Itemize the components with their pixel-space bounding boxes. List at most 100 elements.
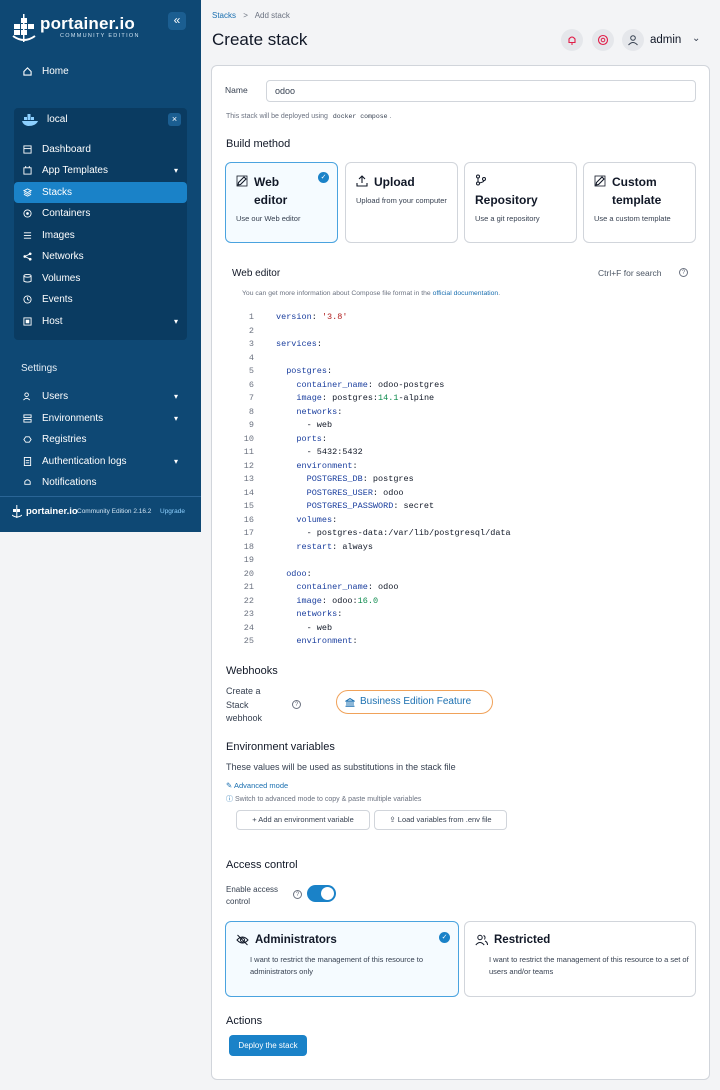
code-text: services: [276,339,322,349]
lifebuoy-icon [597,34,609,46]
code-line[interactable]: 21 container_name: odoo [238,581,688,595]
code-line[interactable]: 14 POSTGRES_USER: odoo [238,487,688,501]
portainer-small-logo-icon [12,505,22,518]
build-method-custom-template[interactable]: Custom template Use a custom template [583,162,696,243]
check-icon: ✓ [439,932,450,943]
line-number: 12 [243,460,254,471]
sidebar-item-app-templates[interactable]: App Templates ▾ [14,160,187,181]
code-line[interactable]: 25 environment: [238,635,688,649]
line-number: 2 [248,325,254,336]
code-line[interactable]: 15 POSTGRES_PASSWORD: secret [238,500,688,514]
user-icon [628,35,638,46]
code-line[interactable]: 18 restart: always [238,541,688,555]
sidebar-item-images[interactable]: Images [14,225,187,246]
sidebar-item-host[interactable]: Host ▾ [14,311,187,332]
advanced-mode-link[interactable]: ✎ Advanced mode [226,781,288,790]
sidebar-item-label: App Templates [42,165,108,176]
sidebar-item-volumes[interactable]: Volumes [14,268,187,289]
eye-off-icon [236,934,249,946]
code-text: POSTGRES_DB: postgres [306,474,414,484]
line-number: 14 [243,487,254,498]
line-number: 15 [243,501,254,511]
access-option-restricted[interactable]: Restricted I want to restrict the manage… [464,921,696,997]
upgrade-link[interactable]: Upgrade [160,508,185,515]
sidebar-item-home[interactable]: Home [14,61,187,82]
code-line[interactable]: 12 environment: [238,460,688,474]
code-line[interactable]: 16 volumes: [238,514,688,528]
code-line[interactable]: 10 ports: [238,433,688,447]
sidebar-item-users[interactable]: Users ▾ [14,386,187,407]
portainer-logo[interactable]: portainer.io COMMUNITY EDITION [12,12,192,44]
deploy-stack-button[interactable]: Deploy the stack [229,1035,307,1056]
code-line[interactable]: 3 services: [238,338,688,352]
breadcrumb-stacks-link[interactable]: Stacks [212,11,236,20]
help-icon[interactable]: ? [679,268,688,277]
code-line[interactable]: 4 [238,352,688,366]
notifications-button[interactable] [561,29,583,51]
code-line[interactable]: 24 - web [238,622,688,636]
code-line[interactable]: 20 odoo: [238,568,688,582]
sidebar-item-registries[interactable]: Registries [14,429,187,450]
code-line[interactable]: 5 postgres: [238,365,688,379]
stack-name-input[interactable] [266,80,696,102]
code-line[interactable]: 22 image: odoo:16.0 [238,595,688,609]
build-method-upload[interactable]: Upload Upload from your computer [345,162,458,243]
help-button[interactable] [592,29,614,51]
add-environment-variable-button[interactable]: + Add an environment variable [236,810,370,830]
sidebar-item-events[interactable]: Events [14,289,187,310]
collapse-sidebar-button[interactable]: « [168,12,186,30]
user-avatar[interactable] [622,29,644,51]
user-name[interactable]: admin [650,34,681,46]
help-icon[interactable]: ? [293,890,302,899]
line-number: 23 [243,609,254,619]
webhook-label: Create a Stack webhook [226,686,263,723]
load-env-file-button[interactable]: ⇪ Load variables from .env file [374,810,507,830]
line-number: 3 [248,339,254,349]
sidebar: portainer.io COMMUNITY EDITION « Home lo… [0,0,201,532]
sidebar-item-notifications[interactable]: Notifications [14,472,187,493]
chevron-down-icon: ▾ [173,414,178,423]
access-option-administrators[interactable]: Administrators ✓ I want to restrict the … [225,921,459,997]
build-method-repository[interactable]: Repository Use a git repository [464,162,577,243]
code-line[interactable]: 17 - postgres-data:/var/lib/postgresql/d… [238,527,688,541]
code-line[interactable]: 8 networks: [238,406,688,420]
code-line[interactable]: 11 - 5432:5432 [238,446,688,460]
webhooks-heading: Webhooks [226,665,278,677]
environment-variables-heading: Environment variables [226,741,335,753]
sidebar-item-label: Dashboard [42,144,91,155]
line-number: 9 [248,420,254,430]
official-documentation-link[interactable]: official documentation [433,290,499,297]
line-number: 1 [248,312,254,322]
access-control-toggle[interactable] [307,885,336,902]
code-line[interactable]: 9 - web [238,419,688,433]
business-edition-badge[interactable]: Business Edition Feature [336,690,493,714]
breadcrumb-current: Add stack [254,11,290,20]
chevron-down-icon[interactable]: ⌄ [692,33,700,44]
close-environment-button[interactable]: × [168,113,181,126]
code-line[interactable]: 7 image: postgres:14.1-alpine [238,392,688,406]
code-text: volumes: [296,514,338,525]
sidebar-item-environments[interactable]: Environments ▾ [14,408,187,429]
code-line[interactable]: 1 version: '3.8' [238,311,688,325]
build-method-web-editor[interactable]: Web editor ✓ Use our Web editor [225,162,338,243]
help-icon[interactable]: ? [292,700,301,709]
name-label: Name [225,85,248,95]
code-line[interactable]: 2 [238,325,688,339]
access-option-desc: I want to restrict the management of thi… [489,955,689,976]
edit-icon [236,175,248,187]
sidebar-item-authentication-logs[interactable]: Authentication logs ▾ [14,451,187,472]
code-line[interactable]: 13 POSTGRES_DB: postgres [238,473,688,487]
code-editor[interactable]: 1 version: '3.8' 2 3 services: 4 5 postgres: 6 … [238,311,688,649]
sidebar-item-dashboard[interactable]: Dashboard [14,139,187,160]
code-line[interactable]: 19 [238,554,688,568]
users-icon [23,392,31,401]
edit-icon [594,175,606,187]
code-line[interactable]: 6 container_name: odoo-postgres [238,379,688,393]
code-line[interactable]: 23 networks: [238,608,688,622]
line-number: 4 [248,352,254,363]
sidebar-item-networks[interactable]: Networks [14,246,187,267]
containers-icon [23,209,32,218]
sidebar-item-containers[interactable]: Containers [14,203,187,224]
code-text: image: odoo:16.0 [296,595,379,606]
sidebar-item-stacks[interactable]: Stacks [14,182,187,203]
